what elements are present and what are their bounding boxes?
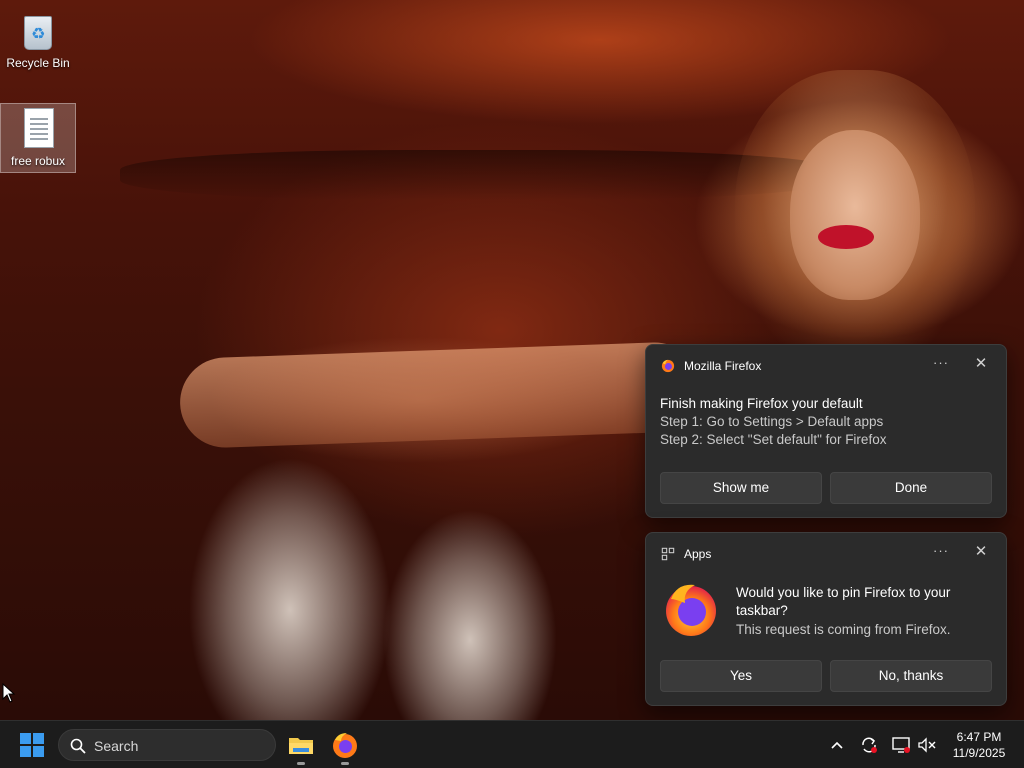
file-explorer-icon	[289, 738, 313, 754]
notification-title: Finish making Firefox your default	[660, 396, 863, 411]
yes-button[interactable]: Yes	[660, 660, 822, 692]
notification-message: This request is coming from Firefox.	[736, 622, 951, 637]
close-notification-button[interactable]: ✕	[972, 355, 990, 373]
taskbar-clock[interactable]: 6:47 PM 11/9/2025	[945, 729, 1013, 761]
more-options-button[interactable]: ···	[932, 543, 950, 561]
firefox-icon	[661, 359, 675, 373]
taskbar-file-explorer[interactable]	[285, 729, 317, 765]
notification-app-name: Mozilla Firefox	[684, 359, 762, 373]
notification-actions: Yes No, thanks	[660, 660, 994, 692]
notification-step-2: Step 2: Select "Set default" for Firefox	[660, 432, 887, 447]
notification-header: Mozilla Firefox ··· ✕	[646, 345, 1006, 387]
text-file-icon	[18, 108, 58, 152]
desktop-icon-free-robux[interactable]: free robux	[0, 103, 76, 173]
sync-icon[interactable]	[858, 734, 880, 756]
show-me-button[interactable]: Show me	[660, 472, 822, 504]
close-notification-button[interactable]: ✕	[972, 543, 990, 561]
start-button[interactable]	[20, 733, 44, 757]
taskbar-search[interactable]: Search	[58, 729, 276, 761]
chevron-up-icon[interactable]	[826, 734, 848, 756]
clock-time: 6:47 PM	[956, 730, 1002, 744]
firefox-icon	[333, 733, 357, 758]
taskbar: Search 6:47 PM 11/9/2025	[0, 720, 1024, 768]
firefox-logo-icon	[666, 584, 716, 636]
notification-header: Apps ··· ✕	[646, 533, 1006, 575]
search-icon	[70, 738, 86, 754]
notification-pin-firefox[interactable]: Apps ··· ✕ Would you like to pin Firefox…	[645, 532, 1007, 706]
search-label: Search	[94, 738, 139, 754]
desktop-icon-label: Recycle Bin	[6, 56, 70, 70]
notification-title: Would you like to pin Firefox to your ta…	[736, 585, 951, 618]
notification-actions: Show me Done	[660, 472, 994, 504]
mouse-cursor-icon	[2, 683, 16, 703]
clock-date: 11/9/2025	[952, 746, 1006, 760]
recycle-bin-icon	[18, 10, 58, 54]
no-thanks-button[interactable]: No, thanks	[830, 660, 992, 692]
network-icon[interactable]	[890, 734, 912, 756]
notification-app-name: Apps	[684, 547, 712, 561]
done-button[interactable]: Done	[830, 472, 992, 504]
volume-muted-icon[interactable]	[916, 734, 938, 756]
notification-firefox-default[interactable]: Mozilla Firefox ··· ✕ Finish making Fire…	[645, 344, 1007, 518]
desktop-icon-recycle-bin[interactable]: Recycle Bin	[0, 6, 76, 76]
desktop-icon-label: free robux	[10, 154, 66, 168]
more-options-button[interactable]: ···	[932, 355, 950, 373]
apps-icon	[661, 547, 675, 561]
notification-step-1: Step 1: Go to Settings > Default apps	[660, 414, 884, 429]
taskbar-firefox[interactable]	[329, 729, 361, 765]
